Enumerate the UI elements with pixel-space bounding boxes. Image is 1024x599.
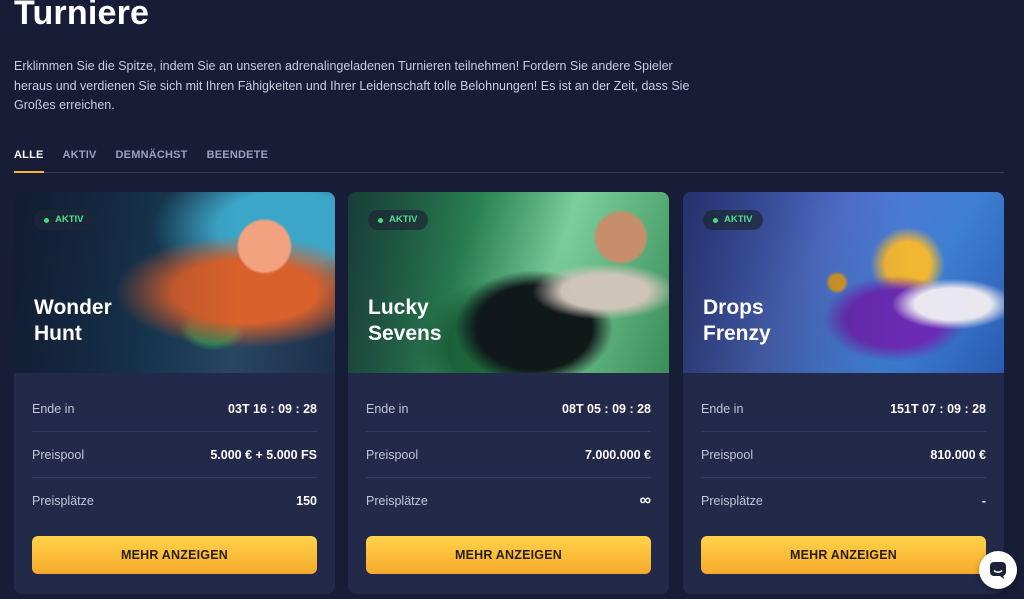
status-dot-icon: [713, 218, 718, 223]
prize-pool-value: 7.000.000 €: [584, 447, 651, 462]
prize-places-value: 150: [296, 494, 317, 508]
more-button[interactable]: MEHR ANZEIGEN: [701, 536, 986, 574]
tab-demnaechst[interactable]: DEMNÄCHST: [116, 148, 188, 173]
chat-button[interactable]: [979, 551, 1017, 589]
prize-pool-value: 5.000 € + 5.000 FS: [210, 447, 317, 462]
page-title: Turniere: [14, 0, 150, 32]
tournament-card-wonder-hunt[interactable]: AKTIV Wonder Hunt Ende in 03T 16 : 09 : …: [14, 192, 335, 594]
prize-places-label: Preisplätze: [32, 494, 94, 508]
prize-places-value: -: [981, 494, 986, 508]
ends-in-label: Ende in: [701, 401, 744, 416]
more-button[interactable]: MEHR ANZEIGEN: [366, 536, 651, 574]
prize-places-label: Preisplätze: [701, 494, 763, 508]
prize-places-value: ∞: [639, 492, 651, 509]
tournament-banner-image[interactable]: AKTIV Drops Frenzy: [683, 192, 1004, 373]
tournament-name-line-1: Wonder: [34, 296, 112, 319]
status-badge-label: AKTIV: [55, 214, 84, 225]
tournament-name: Wonder Hunt: [34, 295, 112, 347]
ends-in-value: 08T 05 : 09 : 28: [562, 401, 651, 416]
tournament-card-lucky-sevens[interactable]: AKTIV Lucky Sevens Ende in 08T 05 : 09 :…: [348, 192, 669, 594]
prize-pool-value: 810.000 €: [930, 447, 986, 462]
ends-in-row: Ende in 151T 07 : 09 : 28: [701, 386, 986, 432]
more-button[interactable]: MEHR ANZEIGEN: [32, 536, 317, 574]
tournament-tabs: ALLE AKTIV DEMNÄCHST BEENDETE: [14, 148, 1004, 173]
ends-in-row: Ende in 03T 16 : 09 : 28: [32, 386, 317, 432]
tournament-details: Ende in 08T 05 : 09 : 28 Preispool 7.000…: [366, 386, 651, 524]
chat-bubble-icon: [990, 562, 1006, 579]
tournament-banner-image[interactable]: AKTIV Lucky Sevens: [348, 192, 669, 373]
prize-pool-label: Preispool: [701, 447, 754, 462]
ends-in-row: Ende in 08T 05 : 09 : 28: [366, 386, 651, 432]
tab-alle[interactable]: ALLE: [14, 148, 44, 173]
status-dot-icon: [44, 218, 49, 223]
tournament-name: Lucky Sevens: [368, 295, 442, 347]
tab-beendete[interactable]: BEENDETE: [207, 148, 269, 173]
tab-aktiv[interactable]: AKTIV: [63, 148, 97, 173]
status-badge: AKTIV: [34, 210, 94, 230]
prize-pool-label: Preispool: [366, 447, 419, 462]
tournament-card-drops-frenzy[interactable]: AKTIV Drops Frenzy Ende in 151T 07 : 09 …: [683, 192, 1004, 594]
ends-in-label: Ende in: [366, 401, 409, 416]
status-badge-label: AKTIV: [389, 214, 418, 225]
prize-pool-row: Preispool 810.000 €: [701, 432, 986, 478]
tournament-name: Drops Frenzy: [703, 295, 771, 347]
prize-pool-label: Preispool: [32, 447, 85, 462]
prize-places-row: Preisplätze 150: [32, 478, 317, 524]
tournament-name-line-2: Sevens: [368, 322, 442, 345]
tournament-name-line-2: Frenzy: [703, 322, 771, 345]
ends-in-value: 151T 07 : 09 : 28: [890, 401, 986, 416]
ends-in-label: Ende in: [32, 401, 75, 416]
tournaments-page: Turniere Erklimmen Sie die Spitze, indem…: [0, 0, 1024, 599]
tournament-name-line-2: Hunt: [34, 322, 82, 345]
prize-places-row: Preisplätze ∞: [366, 478, 651, 524]
prize-places-row: Preisplätze -: [701, 478, 986, 524]
prize-pool-row: Preispool 5.000 € + 5.000 FS: [32, 432, 317, 478]
prize-places-label: Preisplätze: [366, 494, 428, 508]
tournament-name-line-1: Drops: [703, 296, 764, 319]
tournament-name-line-1: Lucky: [368, 296, 429, 319]
status-dot-icon: [378, 218, 383, 223]
ends-in-value: 03T 16 : 09 : 28: [228, 401, 317, 416]
status-badge: AKTIV: [703, 210, 763, 230]
tournament-details: Ende in 151T 07 : 09 : 28 Preispool 810.…: [701, 386, 986, 524]
tournament-details: Ende in 03T 16 : 09 : 28 Preispool 5.000…: [32, 386, 317, 524]
status-badge-label: AKTIV: [724, 214, 753, 225]
page-description: Erklimmen Sie die Spitze, indem Sie an u…: [14, 59, 690, 112]
prize-pool-row: Preispool 7.000.000 €: [366, 432, 651, 478]
status-badge: AKTIV: [368, 210, 428, 230]
tournament-banner-image[interactable]: AKTIV Wonder Hunt: [14, 192, 335, 373]
